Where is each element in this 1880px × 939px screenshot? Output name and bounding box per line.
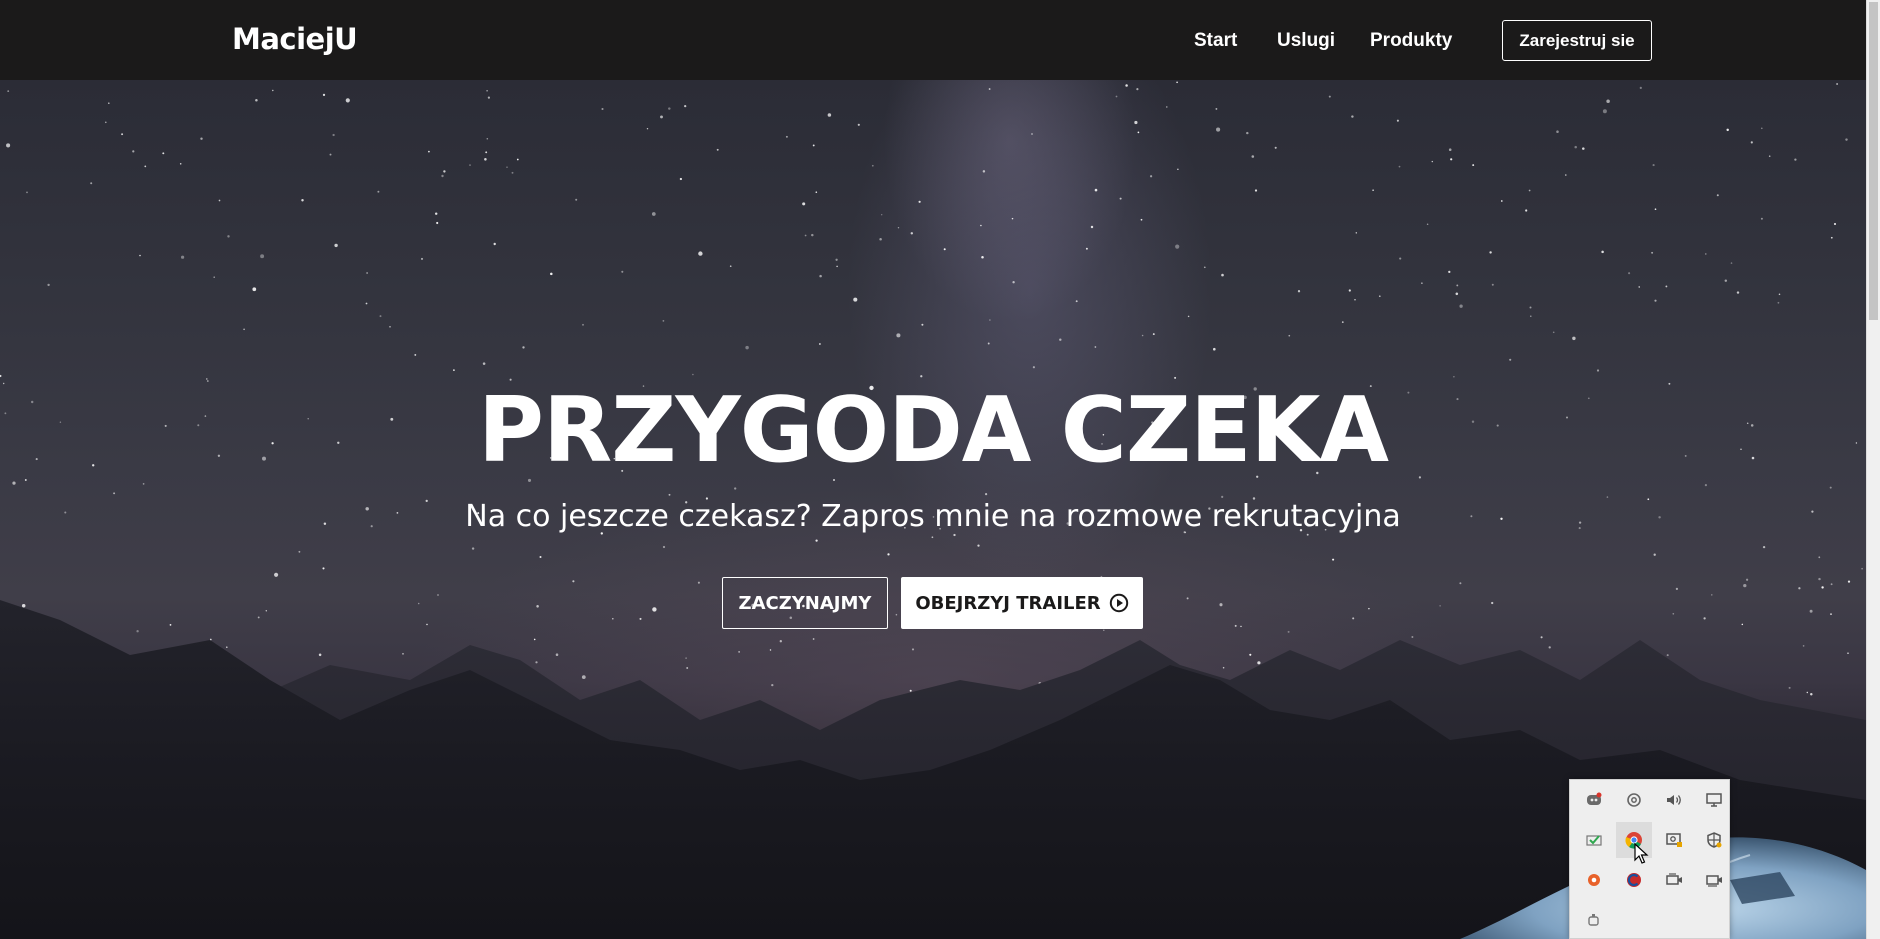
hero-title: PRZYGODA CZEKA [478, 378, 1389, 483]
scrollbar-thumb[interactable] [1869, 2, 1878, 320]
signup-button[interactable]: Zarejestruj sie [1502, 20, 1652, 61]
system-tray-overflow [1569, 779, 1730, 939]
camera-alt-icon[interactable] [1696, 862, 1732, 898]
camera-icon[interactable] [1656, 862, 1692, 898]
hero-subtitle: Na co jeszcze czekasz? Zapros mnie na ro… [465, 499, 1401, 534]
play-circle-icon [1109, 593, 1129, 613]
screen-lock-icon[interactable] [1656, 822, 1692, 858]
site-logo[interactable]: MaciejU [232, 22, 358, 56]
usb-icon[interactable] [1576, 902, 1612, 938]
nav-link-start[interactable]: Start [1194, 30, 1237, 52]
discord-icon[interactable] [1576, 782, 1612, 818]
check-shield-icon[interactable] [1576, 822, 1612, 858]
orange-circle-icon[interactable] [1576, 862, 1612, 898]
settings-gear-icon[interactable] [1616, 782, 1652, 818]
speaker-icon[interactable] [1656, 782, 1692, 818]
nav-link-produkty[interactable]: Produkty [1370, 30, 1452, 52]
watch-trailer-button[interactable]: OBEJRZYJ TRAILER [901, 577, 1143, 629]
navbar: MaciejU Start Uslugi Produkty Zarejestru… [0, 0, 1866, 80]
chrome-icon[interactable] [1616, 822, 1652, 858]
ccleaner-icon[interactable] [1616, 862, 1652, 898]
nav-link-uslugi[interactable]: Uslugi [1277, 30, 1335, 52]
watch-trailer-label: OBEJRZYJ TRAILER [915, 592, 1101, 614]
start-button[interactable]: ZACZYNAJMY [722, 577, 888, 629]
monitor-network-icon[interactable] [1696, 782, 1732, 818]
security-shield-icon[interactable] [1696, 822, 1732, 858]
page-scrollbar[interactable] [1866, 0, 1880, 939]
